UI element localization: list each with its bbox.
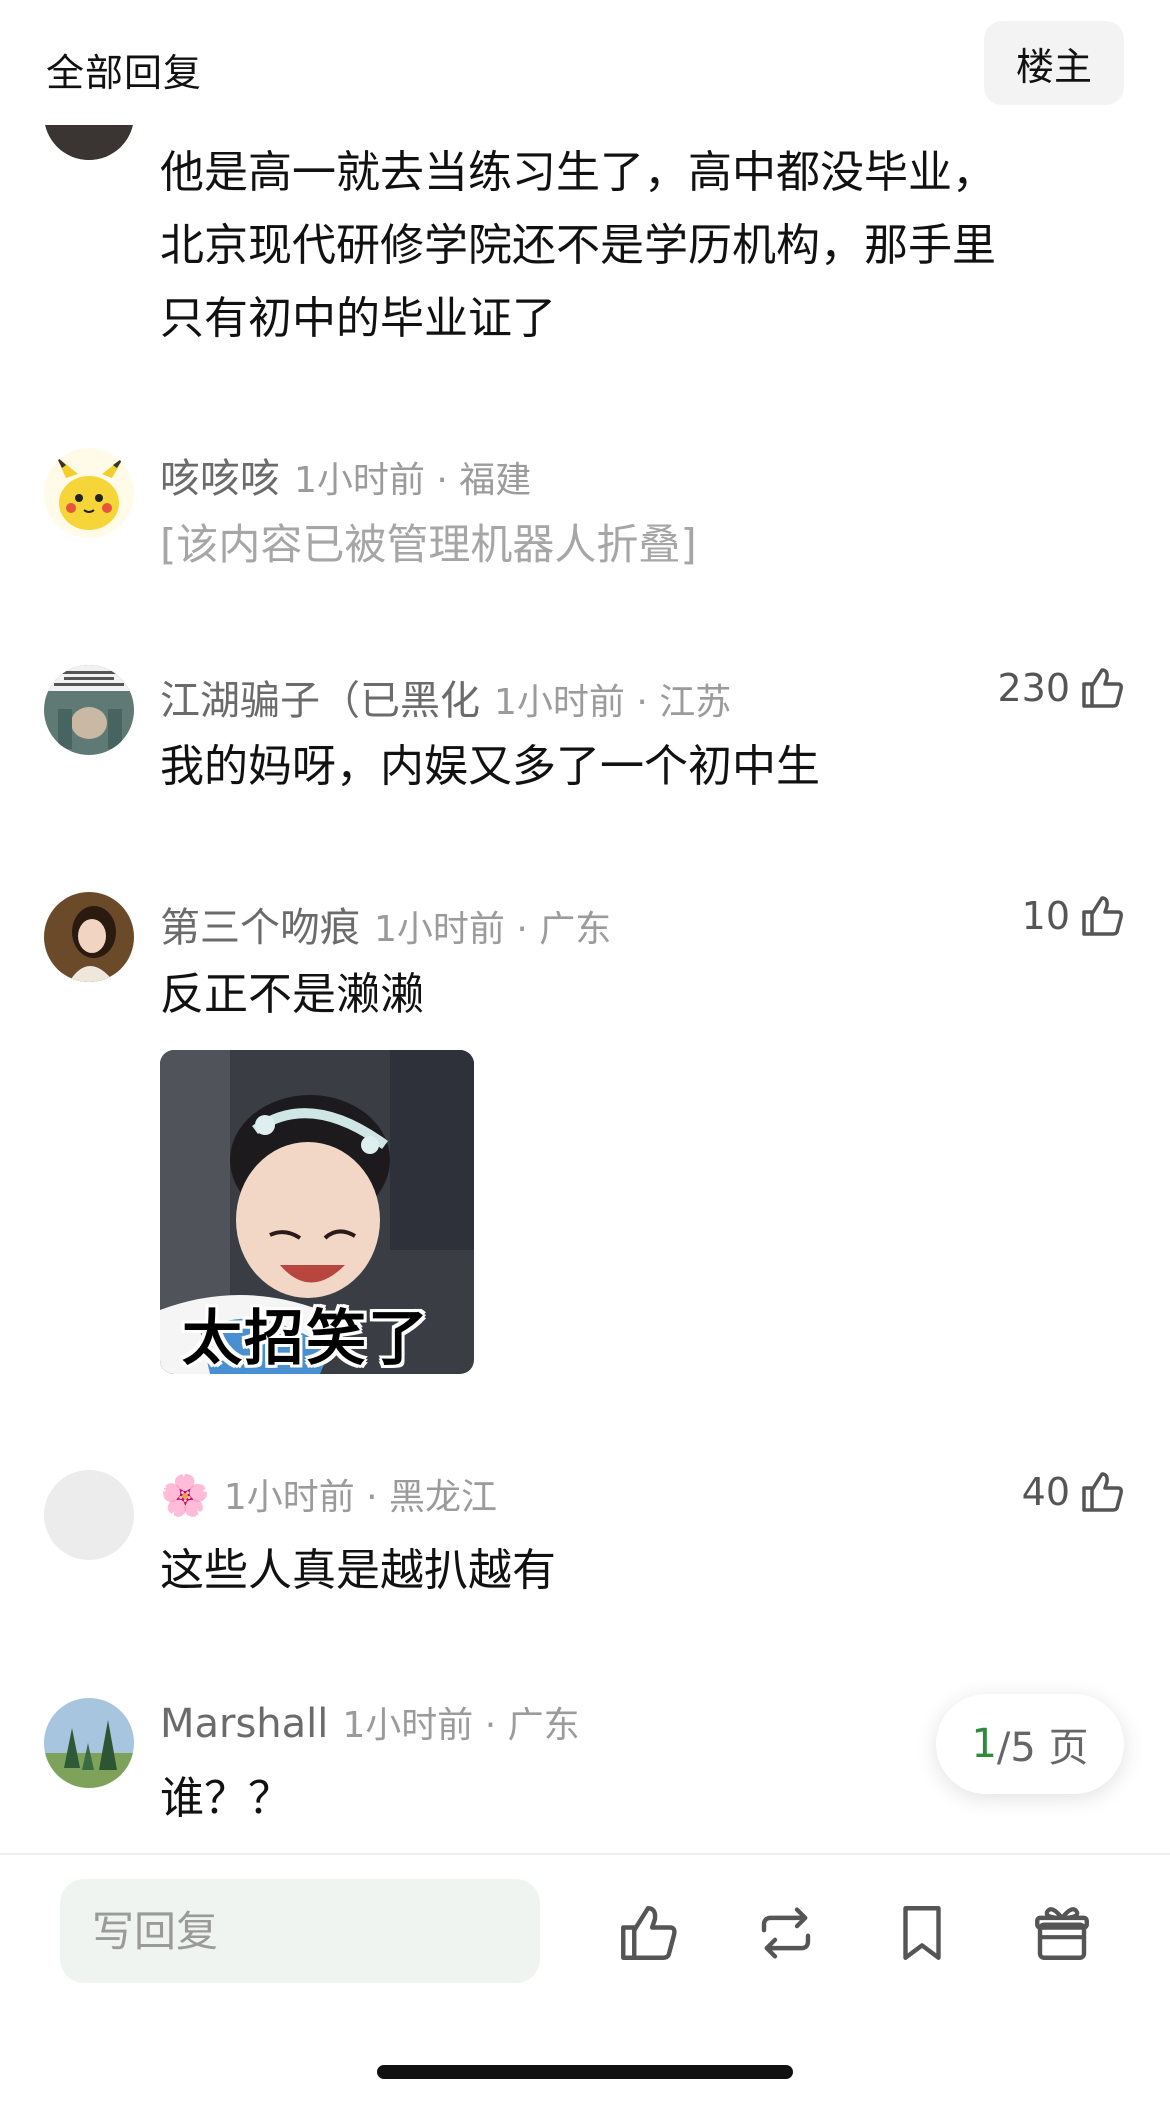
sticker-caption: 太招笑了 bbox=[182, 1304, 430, 1374]
time-location: 1小时前 · 江苏 bbox=[494, 682, 732, 723]
comment-meta: 咳咳咳 1小时前 · 福建 bbox=[160, 446, 531, 504]
comment-meta: Marshall 1小时前 · 广东 bbox=[160, 1696, 580, 1748]
comment-text: 谁？？ bbox=[160, 1773, 292, 1824]
like-button[interactable]: 230 bbox=[997, 664, 1126, 712]
home-indicator[interactable] bbox=[377, 2065, 793, 2079]
header: 全部回复 楼主 bbox=[0, 0, 1170, 125]
username[interactable]: 江湖骗子（已黑化 bbox=[160, 678, 480, 724]
comment-meta: 🌸 1小时前 · 黑龙江 bbox=[160, 1468, 497, 1520]
thumbs-up-icon bbox=[1082, 668, 1123, 708]
like-count: 230 bbox=[997, 666, 1070, 710]
comment-text: 反正不是濑濑 bbox=[160, 969, 424, 1020]
like-count: 10 bbox=[1021, 894, 1070, 938]
avatar[interactable] bbox=[44, 448, 134, 538]
current-page: 1 bbox=[971, 1721, 997, 1767]
page-title: 全部回复 bbox=[46, 51, 203, 95]
username[interactable]: 第三个吻痕 bbox=[160, 905, 360, 951]
reply-input[interactable] bbox=[60, 1879, 540, 1983]
username[interactable]: Marshall bbox=[160, 1701, 328, 1747]
time-location: 1小时前 · 广东 bbox=[342, 1705, 580, 1746]
username[interactable]: 🌸 bbox=[160, 1473, 210, 1519]
comment-text: 这些人真是越扒越有 bbox=[160, 1545, 556, 1596]
page-indicator[interactable]: 1/5 页 bbox=[936, 1694, 1124, 1794]
avatar[interactable] bbox=[44, 892, 134, 982]
comment-meta: 第三个吻痕 1小时前 · 广东 bbox=[160, 895, 611, 953]
bookmark-icon[interactable] bbox=[886, 1897, 958, 1969]
comment-meta: 江湖骗子（已黑化 1小时前 · 江苏 bbox=[160, 668, 731, 726]
thumbs-up-icon[interactable] bbox=[612, 1897, 684, 1969]
folded-notice[interactable]: [该内容已被管理机器人折叠] bbox=[160, 508, 697, 581]
bottom-action-bar bbox=[0, 1853, 1170, 2103]
comment-text: 我的妈呀，内娱又多了一个初中生 bbox=[160, 741, 820, 792]
time-location: 1小时前 · 福建 bbox=[294, 460, 532, 501]
time-location: 1小时前 · 黑龙江 bbox=[223, 1477, 498, 1518]
avatar[interactable] bbox=[44, 1470, 134, 1560]
comment-text: 他是高一就去当练习生了，高中都没毕业， 北京现代研修学院还不是学历机构，那手里 … bbox=[160, 147, 996, 344]
like-count: 40 bbox=[1021, 1470, 1070, 1514]
avatar[interactable] bbox=[44, 1698, 134, 1788]
time-location: 1小时前 · 广东 bbox=[374, 909, 612, 950]
avatar[interactable] bbox=[44, 665, 134, 755]
gift-icon[interactable] bbox=[1026, 1897, 1098, 1969]
op-only-button[interactable]: 楼主 bbox=[984, 21, 1124, 105]
total-pages: /5 页 bbox=[996, 1725, 1089, 1771]
sticker-image[interactable]: 太招笑了 bbox=[160, 1050, 474, 1374]
like-button[interactable]: 40 bbox=[1022, 1468, 1126, 1516]
comment-page: 全部回复 楼主 他是高一就去当练习生了，高中都没毕业， 北京现代研修学院还不是学… bbox=[0, 0, 1170, 2103]
repost-icon[interactable] bbox=[750, 1897, 822, 1969]
thumbs-up-icon bbox=[1082, 896, 1123, 936]
like-button[interactable]: 10 bbox=[1022, 892, 1126, 940]
thumbs-up-icon bbox=[1082, 1472, 1123, 1512]
username[interactable]: 咳咳咳 bbox=[160, 456, 280, 502]
